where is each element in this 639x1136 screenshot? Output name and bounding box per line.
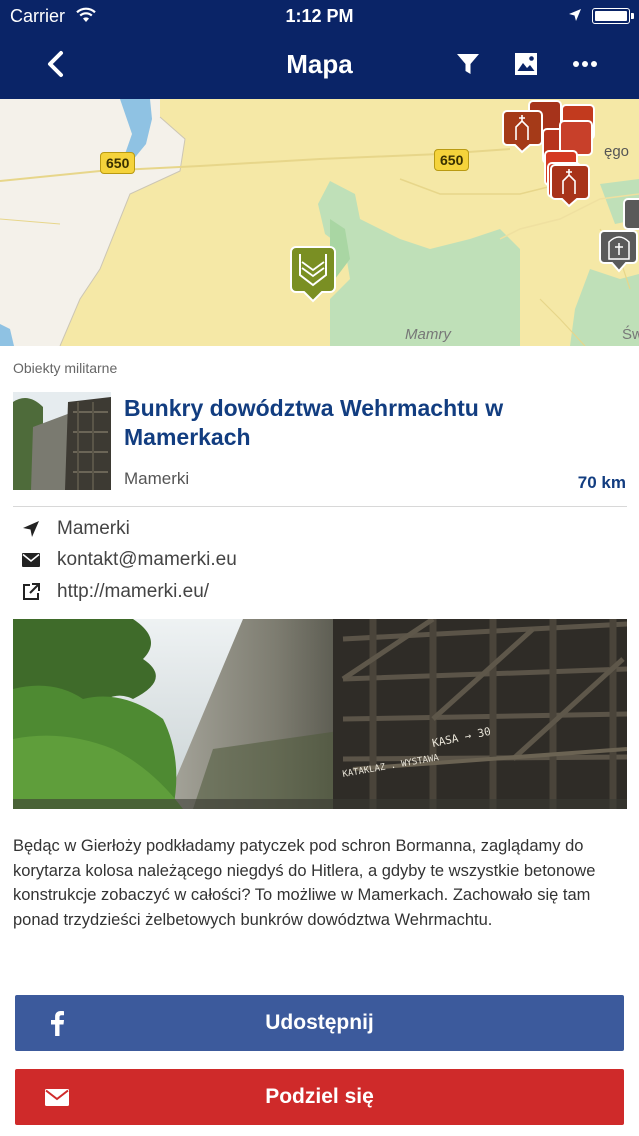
- filter-icon[interactable]: [454, 50, 482, 78]
- clock: 1:12 PM: [285, 6, 354, 26]
- map-view[interactable]: 650 650 Mamry ęgo Św: [0, 99, 639, 346]
- road-number-badge: 650: [434, 149, 470, 171]
- website-link[interactable]: http://mamerki.eu/: [57, 581, 209, 603]
- location-arrow-icon: [20, 518, 42, 540]
- item-place: Mamerki: [124, 469, 190, 488]
- top-bar: Carrier 1:12 PM Mapa: [0, 0, 639, 99]
- thumbnail-image[interactable]: [13, 392, 111, 490]
- address-text: Mamerki: [57, 518, 130, 539]
- location-arrow-icon: [569, 9, 581, 21]
- image-icon[interactable]: [512, 50, 540, 78]
- map-place-label: Mamry: [405, 326, 451, 343]
- facebook-icon: [43, 1009, 71, 1037]
- navigation-bar: Mapa: [0, 32, 639, 99]
- map-place-label: ęgo: [604, 143, 630, 160]
- military-marker[interactable]: [290, 246, 336, 303]
- description-text: Będąc w Gierłoży podkładamy patyczek pod…: [13, 837, 596, 929]
- bunker-photo-graphic: KASA → 30 KATAKLAZ . WYSTAWA: [13, 619, 627, 809]
- road-number-badge: 650: [100, 152, 136, 174]
- item-title: Bunkry dowództwa Wehrmachtu w Mamerkach: [124, 395, 504, 450]
- website-row[interactable]: http://mamerki.eu/: [20, 578, 209, 606]
- category-label: Obiekty militarne: [13, 360, 118, 376]
- battery-icon: [592, 8, 634, 24]
- map-tiles: [0, 99, 639, 346]
- bunker-thumbnail-graphic: [13, 392, 111, 490]
- email-row[interactable]: kontakt@mamerki.eu: [20, 546, 237, 574]
- email-link[interactable]: kontakt@mamerki.eu: [57, 549, 237, 571]
- address-row[interactable]: Mamerki: [20, 515, 130, 543]
- envelope-icon: [43, 1083, 71, 1111]
- more-icon[interactable]: [571, 50, 599, 78]
- church-markers-cluster[interactable]: [502, 100, 595, 208]
- share-button-label: Udostępnij: [265, 1011, 374, 1034]
- item-distance: 70 km: [577, 473, 626, 492]
- object-photo[interactable]: KASA → 30 KATAKLAZ . WYSTAWA: [13, 619, 627, 809]
- envelope-icon: [20, 549, 42, 571]
- external-link-icon: [20, 581, 42, 603]
- map-place-label: Św: [622, 326, 639, 343]
- share-email-button[interactable]: Podziel się: [15, 1069, 624, 1125]
- divider: [13, 506, 627, 507]
- page-title: Mapa: [286, 49, 353, 79]
- status-bar: Carrier 1:12 PM: [0, 0, 639, 32]
- share-facebook-button[interactable]: Udostępnij: [15, 995, 624, 1051]
- send-button-label: Podziel się: [265, 1085, 374, 1108]
